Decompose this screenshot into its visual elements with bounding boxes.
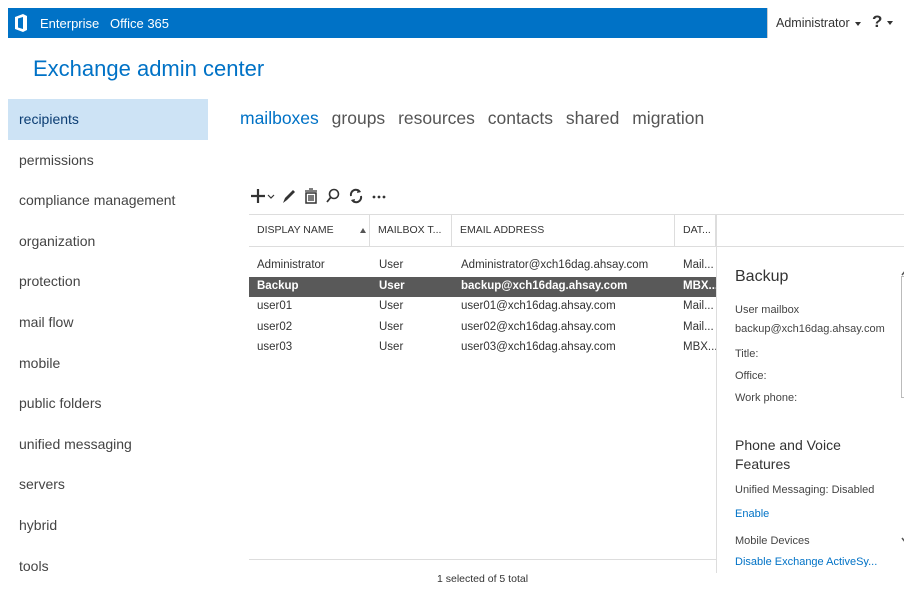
cell-database: Mail...: [683, 300, 714, 312]
cell-database: MBX...: [683, 279, 716, 292]
table-row[interactable]: user02 User user02@xch16dag.ahsay.com Ma…: [249, 318, 716, 339]
cell-mailbox-type: User: [379, 341, 404, 353]
cell-display-name: Backup: [257, 279, 299, 292]
sidebar-item-tools[interactable]: tools: [8, 546, 208, 587]
office-logo-icon[interactable]: [14, 14, 28, 32]
unified-messaging-status: Unified Messaging: Disabled: [735, 484, 875, 496]
column-label: DAT...: [683, 224, 711, 236]
sidebar-item-unified-messaging[interactable]: unified messaging: [8, 424, 208, 465]
cell-mailbox-type: User: [379, 279, 405, 292]
tab-contacts[interactable]: contacts: [488, 108, 553, 128]
user-menu-area: Administrator ?: [767, 8, 904, 38]
column-email-address[interactable]: EMAIL ADDRESS: [452, 215, 675, 246]
recipient-tabs: mailboxes groups resources contacts shar…: [240, 108, 712, 129]
cell-email: Administrator@xch16dag.ahsay.com: [461, 259, 649, 271]
more-icon[interactable]: [370, 186, 388, 206]
cell-display-name: user02: [257, 320, 293, 333]
sidebar-item-protection[interactable]: protection: [8, 261, 208, 302]
sidebar-item-compliance-management[interactable]: compliance management: [8, 180, 208, 221]
user-name: Administrator: [776, 16, 850, 30]
cell-display-name: user01: [257, 300, 293, 312]
add-icon[interactable]: [250, 186, 276, 206]
details-pane: Backup User mailbox backup@xch16dag.ahsa…: [716, 214, 904, 573]
cell-email: backup@xch16dag.ahsay.com: [461, 279, 628, 292]
tab-resources[interactable]: resources: [398, 108, 475, 128]
column-label: EMAIL ADDRESS: [460, 224, 545, 236]
mailbox-table: DISPLAY NAME MAILBOX T... EMAIL ADDRESS …: [249, 214, 716, 559]
selection-status: 1 selected of 5 total: [249, 559, 716, 599]
app-title: Exchange admin center: [33, 56, 265, 81]
sidebar-item-mail-flow[interactable]: mail flow: [8, 302, 208, 343]
refresh-icon[interactable]: [347, 186, 365, 206]
cell-mailbox-type: User: [379, 320, 404, 333]
sidebar-item-mobile[interactable]: mobile: [8, 343, 208, 384]
chevron-down-icon: [854, 21, 861, 26]
tab-migration[interactable]: migration: [632, 108, 704, 128]
table-row[interactable]: user03 User user03@xch16dag.ahsay.com MB…: [249, 338, 716, 359]
edit-icon[interactable]: [280, 186, 298, 206]
tab-mailboxes[interactable]: mailboxes: [240, 108, 319, 128]
details-email: backup@xch16dag.ahsay.com: [735, 323, 885, 335]
cell-email: user02@xch16dag.ahsay.com: [461, 320, 616, 333]
sidebar-item-permissions[interactable]: permissions: [8, 140, 208, 181]
table-row-selected[interactable]: Backup User backup@xch16dag.ahsay.com MB…: [249, 276, 716, 297]
enable-um-link[interactable]: Enable: [735, 508, 769, 520]
column-database[interactable]: DAT...: [675, 215, 716, 246]
delete-icon[interactable]: [302, 186, 320, 206]
top-bar: Enterprise Office 365 Administrator ?: [8, 8, 904, 38]
tab-groups[interactable]: groups: [332, 108, 386, 128]
phone-voice-section-title: Phone and Voice Features: [735, 437, 841, 472]
sidebar-item-hybrid[interactable]: hybrid: [8, 505, 208, 546]
details-header-strip: [717, 214, 904, 247]
column-label: DISPLAY NAME: [257, 224, 334, 236]
cell-mailbox-type: User: [379, 259, 404, 271]
column-label: MAILBOX T...: [378, 224, 442, 236]
sidebar-item-organization[interactable]: organization: [8, 221, 208, 262]
details-work-phone-label: Work phone:: [735, 392, 798, 404]
cell-display-name: user03: [257, 341, 293, 353]
details-title-label: Title:: [735, 348, 759, 360]
mobile-devices-section-title: Mobile Devices: [735, 535, 810, 547]
cell-database: Mail...: [683, 320, 714, 333]
help-icon: ?: [872, 12, 883, 31]
details-mailbox-type: User mailbox: [735, 304, 800, 316]
help-menu[interactable]: ?: [872, 12, 894, 32]
app-frame: Enterprise Office 365 Administrator ? Ex…: [8, 8, 904, 599]
cell-display-name: Administrator: [257, 259, 325, 271]
scroll-up-icon[interactable]: [901, 268, 904, 276]
cell-database: MBX...: [683, 341, 716, 353]
sidebar-item-recipients[interactable]: recipients: [8, 99, 208, 140]
cell-email: user03@xch16dag.ahsay.com: [461, 341, 616, 353]
search-icon[interactable]: [324, 186, 342, 206]
nav-office365[interactable]: Office 365: [110, 16, 169, 31]
cell-email: user01@xch16dag.ahsay.com: [461, 300, 616, 312]
cell-mailbox-type: User: [379, 300, 404, 312]
column-display-name[interactable]: DISPLAY NAME: [249, 215, 370, 246]
details-scrollbar[interactable]: [901, 276, 904, 398]
column-mailbox-type[interactable]: MAILBOX T...: [370, 215, 452, 246]
details-office-label: Office:: [735, 370, 767, 382]
user-menu[interactable]: Administrator: [776, 16, 861, 30]
table-body: Administrator User Administrator@xch16da…: [249, 256, 716, 359]
table-header: DISPLAY NAME MAILBOX T... EMAIL ADDRESS …: [249, 214, 716, 247]
sort-ascending-icon: [360, 228, 366, 233]
table-row[interactable]: Administrator User Administrator@xch16da…: [249, 256, 716, 277]
sidebar-item-servers[interactable]: servers: [8, 464, 208, 505]
nav-enterprise[interactable]: Enterprise: [40, 16, 99, 31]
cell-database: Mail...: [683, 259, 714, 271]
tab-shared[interactable]: shared: [566, 108, 620, 128]
sidebar-nav: recipients permissions compliance manage…: [8, 99, 208, 599]
table-row[interactable]: user01 User user01@xch16dag.ahsay.com Ma…: [249, 297, 716, 318]
scroll-down-icon[interactable]: [901, 537, 904, 545]
disable-activesync-link[interactable]: Disable Exchange ActiveSy...: [735, 556, 877, 567]
details-title: Backup: [735, 268, 789, 285]
chevron-down-icon: [887, 20, 894, 25]
sidebar-item-public-folders[interactable]: public folders: [8, 383, 208, 424]
